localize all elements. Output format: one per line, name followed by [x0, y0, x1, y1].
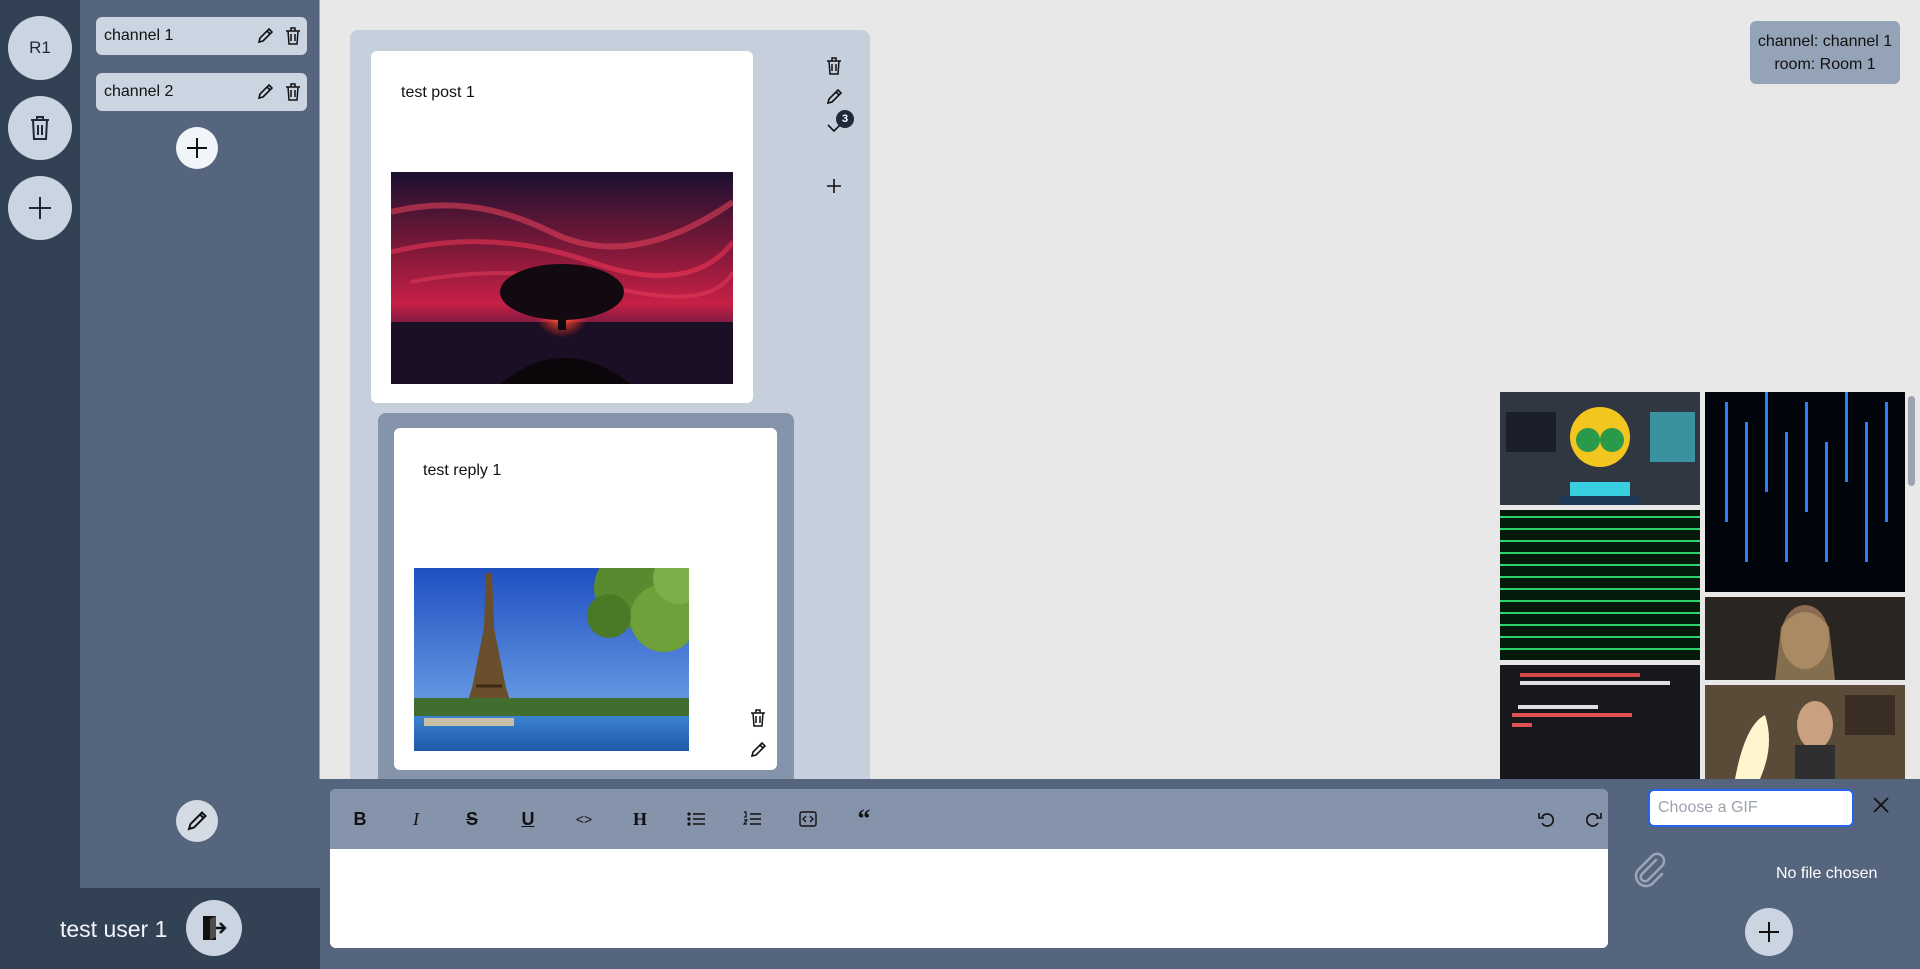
italic-icon[interactable]: I: [402, 805, 430, 833]
add-reply-icon[interactable]: [822, 174, 846, 198]
edit-channel-icon[interactable]: [251, 73, 279, 111]
reply-image: [414, 568, 689, 751]
underline-icon[interactable]: U: [514, 805, 542, 833]
delete-reply-icon[interactable]: [746, 706, 770, 730]
username: test user 1: [60, 916, 168, 942]
code-icon[interactable]: <>: [570, 805, 598, 833]
gif-scrollbar[interactable]: [1908, 396, 1915, 486]
ordered-list-icon[interactable]: [738, 805, 766, 833]
edit-reply-icon[interactable]: [746, 738, 770, 762]
current-room: room: Room 1: [1774, 56, 1876, 73]
add-room-button[interactable]: [8, 176, 72, 240]
fire-man-gif[interactable]: [1705, 685, 1905, 779]
edit-channel-icon[interactable]: [251, 17, 279, 55]
channel-label: channel 1: [104, 27, 174, 44]
woman-gif[interactable]: [1705, 597, 1905, 680]
post-text: test post 1: [401, 84, 475, 101]
quote-icon[interactable]: “: [850, 804, 878, 833]
room-button-r1[interactable]: R1: [8, 16, 72, 80]
file-status: No file chosen: [1776, 865, 1878, 882]
channel-info-box: channel: channel 1 room: Room 1: [1750, 21, 1900, 84]
redo-icon[interactable]: [1580, 805, 1608, 833]
rooms-rail: R1: [0, 0, 80, 969]
channel-label: channel 2: [104, 83, 174, 100]
reply-card: test reply 1: [394, 428, 777, 770]
strikethrough-icon[interactable]: S: [458, 805, 486, 833]
bold-icon[interactable]: B: [346, 805, 374, 833]
channel-item-2[interactable]: channel 2: [96, 73, 307, 111]
edit-room-button[interactable]: [176, 800, 218, 842]
rich-text-editor: B I S U <> H “: [330, 789, 1608, 948]
room-label: R1: [29, 38, 51, 57]
robot-hacker-gif[interactable]: [1500, 392, 1700, 505]
code-screen-gif[interactable]: [1500, 665, 1700, 779]
reply-text: test reply 1: [423, 462, 502, 479]
matrix-green-gif[interactable]: [1500, 510, 1700, 660]
reply-count-badge: 3: [836, 110, 854, 128]
plus-icon: [1759, 922, 1779, 942]
trash-icon: [31, 116, 49, 140]
channel-panel: channel 1 channel 2: [80, 0, 320, 888]
gif-results-grid: [1500, 392, 1906, 779]
paperclip-icon[interactable]: [1628, 850, 1668, 890]
edit-post-icon[interactable]: [822, 85, 846, 109]
trash-icon[interactable]: [279, 17, 307, 55]
matrix-blue-gif[interactable]: [1705, 392, 1905, 592]
bullet-list-icon[interactable]: [682, 805, 710, 833]
undo-icon[interactable]: [1532, 805, 1560, 833]
pencil-icon: [187, 811, 207, 831]
heading-icon[interactable]: H: [626, 805, 654, 833]
user-bar: test user 1: [0, 888, 320, 969]
post-image: [391, 172, 733, 384]
code-block-icon[interactable]: [794, 805, 822, 833]
submit-post-button[interactable]: [1745, 908, 1793, 956]
editor-body[interactable]: [330, 849, 1608, 948]
post-card: test post 1: [371, 51, 753, 403]
plus-icon: [29, 197, 51, 219]
gif-search-input[interactable]: [1648, 789, 1854, 827]
add-channel-button[interactable]: [176, 127, 218, 169]
panel-divider: [319, 0, 320, 779]
delete-post-icon[interactable]: [822, 54, 846, 78]
logout-icon: [203, 916, 227, 940]
close-gif-icon[interactable]: [1866, 790, 1896, 820]
logout-button[interactable]: [186, 900, 242, 956]
channel-item-1[interactable]: channel 1: [96, 17, 307, 55]
delete-room-button[interactable]: [8, 96, 72, 160]
editor-toolbar: B I S U <> H “: [330, 789, 1608, 849]
plus-icon: [187, 138, 207, 158]
trash-icon[interactable]: [279, 73, 307, 111]
current-channel: channel: channel 1: [1757, 33, 1893, 50]
